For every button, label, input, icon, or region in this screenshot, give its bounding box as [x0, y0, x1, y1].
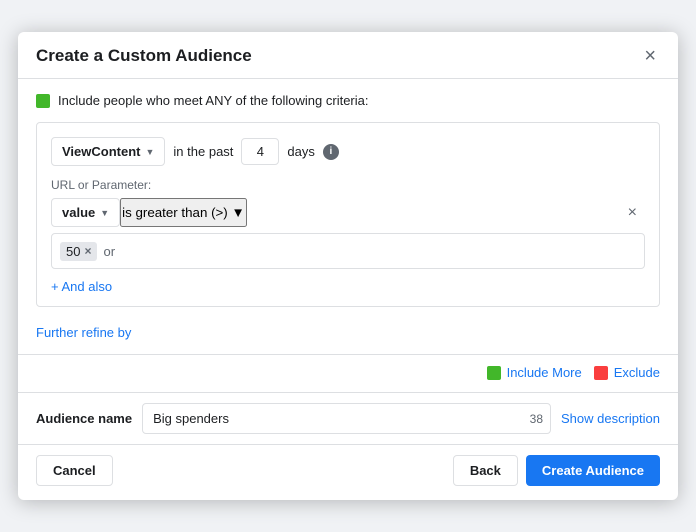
audience-input-wrap: 38 — [142, 403, 551, 434]
event-dropdown[interactable]: ViewContent ▼ — [51, 137, 165, 166]
days-input[interactable] — [241, 138, 279, 165]
show-description-link[interactable]: Show description — [561, 411, 660, 426]
back-button[interactable]: Back — [453, 455, 518, 486]
operator-arrow-icon: ▼ — [231, 205, 244, 220]
value-label: value — [62, 205, 95, 220]
value-arrow-icon: ▼ — [100, 208, 109, 218]
modal-body: Include people who meet ANY of the follo… — [18, 79, 678, 354]
or-text: or — [103, 244, 115, 259]
modal-title: Create a Custom Audience — [36, 46, 252, 66]
operator-dropdown[interactable]: is greater than (>) ▼ — [120, 198, 246, 227]
close-button[interactable]: × — [640, 46, 660, 66]
footer-right: Back Create Audience — [453, 455, 660, 486]
url-label: URL or Parameter: — [51, 178, 645, 192]
char-count: 38 — [530, 412, 543, 426]
exclude-label: Exclude — [614, 365, 660, 380]
tag-value: 50 × — [60, 242, 97, 261]
and-also-link[interactable]: + And also — [51, 279, 112, 294]
filter-dropdowns: value ▼ is greater than (>) ▼ — [51, 198, 247, 227]
include-more-icon — [487, 366, 501, 380]
footer-row: Cancel Back Create Audience — [18, 444, 678, 500]
info-icon[interactable]: i — [323, 144, 339, 160]
filter-remove-button[interactable]: × — [620, 200, 645, 226]
event-arrow-icon: ▼ — [146, 147, 155, 157]
include-text: Include people who meet ANY of the follo… — [58, 93, 369, 108]
filter-row-wrap: value ▼ is greater than (>) ▼ × — [51, 198, 645, 227]
event-row: ViewContent ▼ in the past days i — [51, 137, 645, 166]
exclude-icon — [594, 366, 608, 380]
value-dropdown[interactable]: value ▼ — [51, 198, 120, 227]
exclude-button[interactable]: Exclude — [594, 365, 660, 380]
days-label: days — [287, 144, 314, 159]
modal-header: Create a Custom Audience × — [18, 32, 678, 79]
audience-name-row: Audience name 38 Show description — [18, 392, 678, 444]
event-label: ViewContent — [62, 144, 141, 159]
include-more-button[interactable]: Include More — [487, 365, 582, 380]
operator-label: is greater than (>) — [122, 205, 228, 220]
audience-name-input[interactable] — [142, 403, 551, 434]
modal: Create a Custom Audience × Include peopl… — [18, 32, 678, 500]
tag-remove-icon[interactable]: × — [84, 244, 91, 258]
create-audience-button[interactable]: Create Audience — [526, 455, 660, 486]
criteria-box: ViewContent ▼ in the past days i URL or … — [36, 122, 660, 307]
further-refine-link[interactable]: Further refine by — [36, 321, 131, 344]
audience-name-label: Audience name — [36, 411, 132, 426]
include-more-label: Include More — [507, 365, 582, 380]
green-box-icon — [36, 94, 50, 108]
include-row: Include people who meet ANY of the follo… — [36, 93, 660, 108]
tag-text: 50 — [66, 244, 80, 259]
value-input-row[interactable]: 50 × or — [51, 233, 645, 269]
cancel-button[interactable]: Cancel — [36, 455, 113, 486]
actions-row: Include More Exclude — [18, 354, 678, 392]
in-past-text: in the past — [173, 144, 233, 159]
